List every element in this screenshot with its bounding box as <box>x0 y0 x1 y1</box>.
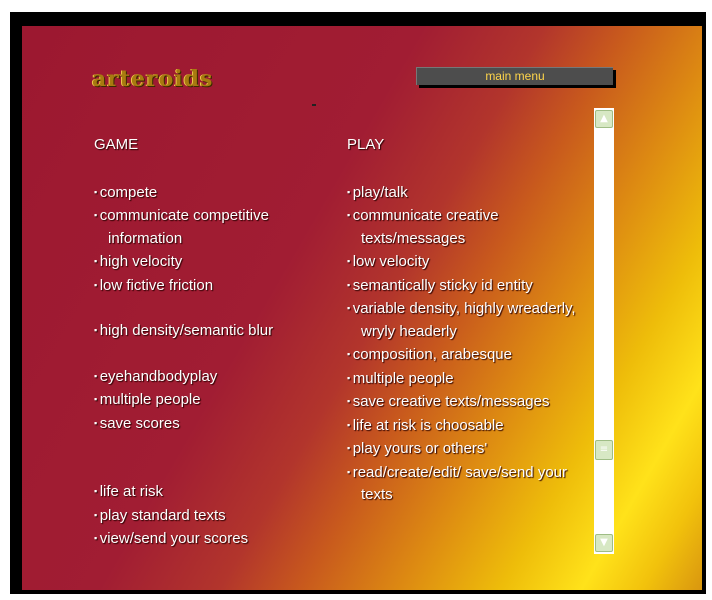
vertical-scrollbar[interactable]: ▲ ≡ ▼ <box>594 108 614 554</box>
play-item: semantically sticky id entity <box>347 274 587 298</box>
game-item: low fictive friction <box>94 274 329 298</box>
game-column: GAME compete communicate competitive inf… <box>94 134 329 551</box>
play-item: save creative texts/messages <box>347 390 587 414</box>
game-item: life at risk <box>94 480 329 504</box>
game-item: view/send your scores <box>94 527 329 551</box>
play-item: variable density, highly wreaderly, wryl… <box>347 297 587 343</box>
play-item: life at risk is choosable <box>347 414 587 438</box>
scroll-up-button[interactable]: ▲ <box>595 110 613 128</box>
play-item: play/talk <box>347 181 587 205</box>
play-item: composition, arabesque <box>347 343 587 367</box>
game-item: eyehandbodyplay <box>94 365 329 389</box>
play-item: low velocity <box>347 250 587 274</box>
game-item: save scores <box>94 412 329 436</box>
game-item: compete <box>94 181 329 205</box>
game-item: multiple people <box>94 388 329 412</box>
play-item: communicate creative texts/messages <box>347 204 587 250</box>
play-column: PLAY play/talk communicate creative text… <box>347 134 587 507</box>
divider-dot <box>312 104 316 106</box>
scroll-down-button[interactable]: ▼ <box>595 534 613 552</box>
content-panel: arteroids main menu GAME compete communi… <box>22 26 702 590</box>
play-item: read/create/edit/ save/send your texts <box>347 461 587 507</box>
play-heading: PLAY <box>347 136 385 153</box>
game-item: communicate competitive information <box>94 204 329 250</box>
game-heading: GAME <box>94 136 139 153</box>
game-item: high density/semantic blur <box>94 319 329 343</box>
arteroids-logo[interactable]: arteroids <box>92 66 213 92</box>
grip-lines-icon: ≡ <box>599 444 609 455</box>
chevron-down-icon: ▼ <box>600 537 608 548</box>
game-item: high velocity <box>94 250 329 274</box>
scroll-thumb[interactable]: ≡ <box>595 440 613 460</box>
play-item: multiple people <box>347 367 587 391</box>
play-item: play yours or others' <box>347 437 587 461</box>
chevron-up-icon: ▲ <box>600 113 608 124</box>
game-item: play standard texts <box>94 504 329 528</box>
main-menu-button[interactable]: main menu <box>416 67 613 85</box>
